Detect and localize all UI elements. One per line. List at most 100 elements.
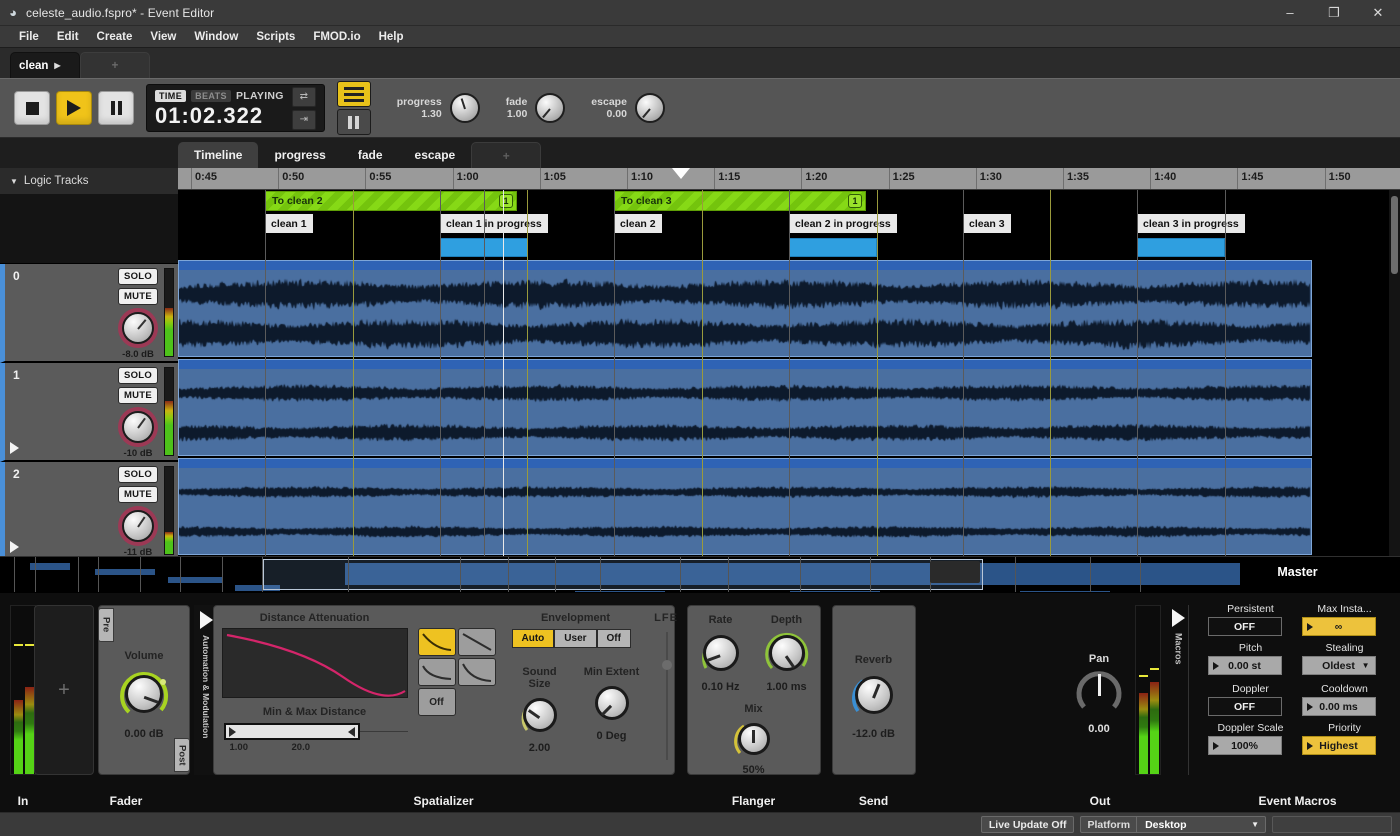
menu-item-help[interactable]: Help (370, 29, 413, 45)
time-mode-pill[interactable]: TIME (155, 90, 186, 102)
loop-icon[interactable]: ⇄ (292, 87, 316, 107)
destination-marker[interactable]: clean 2 in progress (789, 214, 897, 233)
env-mode-user[interactable]: User (554, 629, 596, 648)
parameter-knob[interactable] (535, 93, 565, 123)
max-handle-icon[interactable] (348, 727, 355, 737)
platform-selector[interactable]: Platform Desktop ▼ (1080, 816, 1266, 833)
live-update-button[interactable]: Live Update Off (981, 816, 1075, 833)
tab-timeline[interactable]: Timeline (178, 142, 258, 168)
timeline-area[interactable]: 0:450:500:551:001:051:101:151:201:251:30… (178, 168, 1400, 556)
mix-knob[interactable] (738, 723, 770, 755)
persistent-value[interactable]: OFF (1208, 617, 1282, 636)
reverb-knob[interactable] (855, 676, 893, 714)
track-volume-knob[interactable] (122, 411, 154, 443)
stepper-arrow-icon[interactable] (1307, 703, 1313, 711)
add-event-tab-button[interactable]: + (80, 52, 150, 78)
track-header-1[interactable]: 1 SOLO MUTE -10 dB (0, 363, 178, 462)
minimize-icon[interactable]: – (1268, 0, 1312, 26)
menu-item-window[interactable]: Window (185, 29, 247, 45)
close-icon[interactable]: ✕ (1356, 0, 1400, 26)
tracks-viewport[interactable]: To clean 21To clean 31 clean 1clean 1 in… (178, 190, 1400, 556)
distance-range-slider[interactable] (224, 723, 360, 740)
add-parameter-sheet-button[interactable]: + (471, 142, 541, 168)
event-tab-clean[interactable]: clean ▶ (10, 52, 80, 78)
destination-marker[interactable]: clean 3 in progress (1137, 214, 1245, 233)
min-distance-value[interactable]: 1.00 (230, 742, 249, 753)
play-button[interactable] (56, 91, 92, 125)
stop-button[interactable] (14, 91, 50, 125)
audio-clip[interactable] (178, 458, 1312, 555)
stepper-arrow-icon[interactable] (1307, 742, 1313, 750)
destination-marker[interactable]: clean 2 (614, 214, 662, 233)
envelopment-mode-group[interactable]: Auto User Off (512, 629, 640, 648)
curve-preset-linear[interactable] (458, 628, 496, 656)
parameter-knob[interactable] (450, 93, 480, 123)
track-volume-knob[interactable] (122, 312, 154, 344)
pause-alt-icon[interactable] (337, 109, 371, 135)
volume-knob-wrap[interactable] (118, 668, 170, 720)
mute-button[interactable]: MUTE (118, 387, 158, 404)
menu-item-file[interactable]: File (10, 29, 48, 45)
tab-fade[interactable]: fade (342, 142, 399, 168)
transition-marker[interactable]: To clean 31 (614, 191, 866, 211)
stepper-arrow-icon[interactable] (1213, 662, 1219, 670)
audio-clip[interactable] (178, 359, 1312, 456)
follow-icon[interactable]: ⇥ (292, 110, 316, 130)
loop-region[interactable] (789, 238, 877, 257)
menu-item-scripts[interactable]: Scripts (247, 29, 304, 45)
chevron-down-icon[interactable]: ▼ (1245, 820, 1265, 829)
send-module[interactable]: Reverb -12.0 dB (832, 605, 916, 775)
play-triangle-icon[interactable] (1172, 609, 1185, 627)
parameter-progress[interactable]: progress 1.30 (397, 93, 480, 123)
audio-clip[interactable] (178, 260, 1312, 357)
pitch-value[interactable]: 0.00 st (1208, 656, 1282, 675)
parameter-fade[interactable]: fade 1.00 (506, 93, 566, 123)
stepper-arrow-icon[interactable] (1213, 742, 1219, 750)
maximize-icon[interactable]: ❐ (1312, 0, 1356, 26)
fader-module[interactable]: Pre Post Volume (98, 605, 190, 775)
pause-button[interactable] (98, 91, 134, 125)
solo-button[interactable]: SOLO (118, 268, 158, 285)
volume-knob[interactable] (125, 675, 163, 713)
max-distance-value[interactable]: 20.0 (292, 742, 311, 753)
time-ruler[interactable]: 0:450:500:551:001:051:101:151:201:251:30… (178, 168, 1400, 190)
max-instances-value[interactable]: ∞ (1302, 617, 1376, 636)
stealing-value[interactable]: Oldest ▼ (1302, 656, 1376, 675)
priority-value[interactable]: Highest (1302, 736, 1376, 755)
transition-marker[interactable]: To clean 21 (265, 191, 517, 211)
post-fader-tab[interactable]: Post (174, 738, 190, 772)
depth-knob[interactable] (769, 635, 805, 671)
mute-button[interactable]: MUTE (118, 288, 158, 305)
curve-preset-inverse[interactable] (418, 658, 456, 686)
grid-view-icon[interactable] (337, 81, 371, 107)
parameter-escape[interactable]: escape 0.00 (591, 93, 665, 123)
attenuation-curve-graph[interactable] (222, 628, 408, 698)
sound-size-knob[interactable] (523, 698, 557, 732)
beats-mode-pill[interactable]: BEATS (191, 90, 231, 102)
stepper-arrow-icon[interactable] (1307, 623, 1313, 631)
env-mode-auto[interactable]: Auto (512, 629, 555, 648)
timeline-overview[interactable] (0, 556, 1400, 592)
tab-escape[interactable]: escape (399, 142, 472, 168)
pan-knob-wrap[interactable] (1076, 669, 1122, 715)
track-header-0[interactable]: 0 SOLO MUTE -8.0 dB (0, 264, 178, 363)
track-header-2[interactable]: 2 SOLO MUTE -11 dB (0, 462, 178, 556)
solo-button[interactable]: SOLO (118, 466, 158, 483)
logic-tracks-header[interactable]: ▼ Logic Tracks (0, 168, 178, 194)
cooldown-value[interactable]: 0.00 ms (1302, 697, 1376, 716)
destination-marker[interactable]: clean 3 (963, 214, 1011, 233)
curve-preset-inverse-tapered[interactable] (458, 658, 496, 686)
lfe-slider[interactable] (650, 632, 683, 760)
chevron-down-icon[interactable]: ▼ (1362, 661, 1370, 670)
menu-item-view[interactable]: View (141, 29, 185, 45)
tab-progress[interactable]: progress (258, 142, 341, 168)
play-triangle-icon[interactable]: ▶ (54, 61, 60, 70)
curve-preset-linear-squared[interactable] (418, 628, 456, 656)
playhead-handle[interactable] (672, 168, 690, 179)
macros-tab-strip[interactable]: Macros (1169, 605, 1189, 775)
add-effect-slot[interactable]: + (34, 605, 94, 775)
curve-preset-off[interactable]: Off (418, 688, 456, 716)
expand-track-icon[interactable] (10, 541, 19, 553)
vertical-scrollbar[interactable] (1389, 190, 1400, 556)
destination-marker[interactable]: clean 1 in progress (440, 214, 548, 233)
